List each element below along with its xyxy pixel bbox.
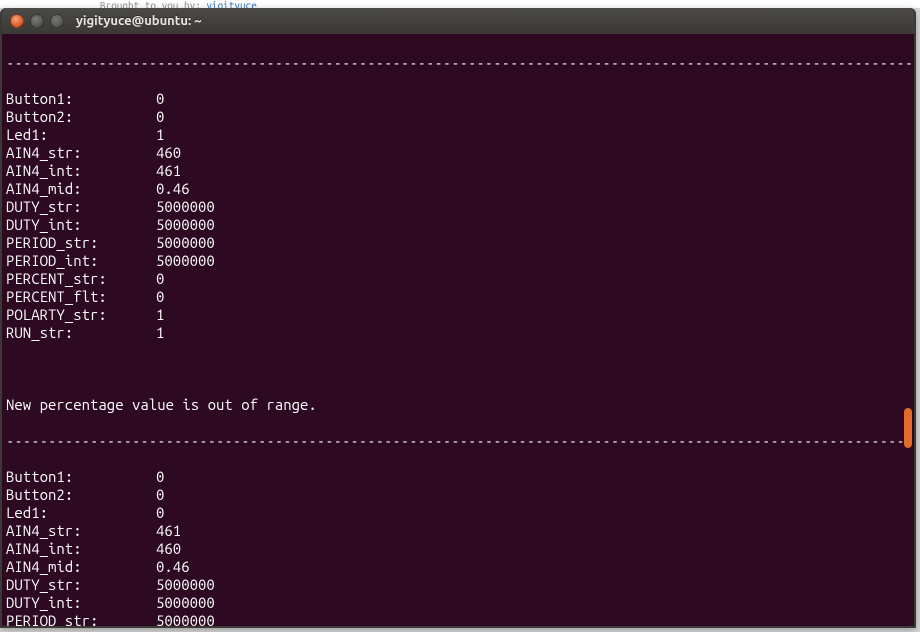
output-label: Button1: (6, 90, 156, 108)
output-value: 5000000 (156, 234, 215, 252)
output-value: 0 (156, 288, 164, 306)
output-label: DUTY_int: (6, 216, 156, 234)
output-row: Button2:0 (6, 486, 910, 504)
window-title: yigityuce@ubuntu: ~ (76, 14, 202, 28)
output-value: 0 (156, 90, 164, 108)
error-message: New percentage value is out of range. (6, 396, 910, 414)
output-row: DUTY_int:5000000 (6, 594, 910, 612)
output-value: 461 (156, 522, 181, 540)
output-row: AIN4_int:461 (6, 162, 910, 180)
output-value: 0 (156, 108, 164, 126)
output-row: RUN_str:1 (6, 324, 910, 342)
output-value: 1 (156, 306, 164, 324)
output-value: 460 (156, 540, 181, 558)
output-row: Button2:0 (6, 108, 910, 126)
output-row: AIN4_mid:0.46 (6, 180, 910, 198)
output-row: Button1:0 (6, 90, 910, 108)
output-row: DUTY_int:5000000 (6, 216, 910, 234)
output-value: 5000000 (156, 216, 215, 234)
output-label: AIN4_int: (6, 162, 156, 180)
output-label: Button2: (6, 486, 156, 504)
output-value: 1 (156, 324, 164, 342)
terminal-window: yigityuce@ubuntu: ~ --------------------… (0, 8, 916, 628)
output-row: AIN4_str:460 (6, 144, 910, 162)
output-row: Led1:1 (6, 126, 910, 144)
separator-line: ----------------------------------------… (6, 432, 910, 450)
output-value: 5000000 (156, 576, 215, 594)
output-row: POLARTY_str:1 (6, 306, 910, 324)
output-value: 460 (156, 144, 181, 162)
output-label: PERCENT_flt: (6, 288, 156, 306)
output-value: 0 (156, 270, 164, 288)
output-value: 461 (156, 162, 181, 180)
output-label: Led1: (6, 126, 156, 144)
output-row: Led1:0 (6, 504, 910, 522)
output-row: AIN4_mid:0.46 (6, 558, 910, 576)
output-row: PERIOD_str:5000000 (6, 612, 910, 626)
output-label: RUN_str: (6, 324, 156, 342)
output-label: DUTY_int: (6, 594, 156, 612)
output-row: DUTY_str:5000000 (6, 576, 910, 594)
output-row: AIN4_int:460 (6, 540, 910, 558)
output-row: PERIOD_int:5000000 (6, 252, 910, 270)
output-label: PERIOD_str: (6, 612, 156, 626)
output-value: 5000000 (156, 252, 215, 270)
scrollbar[interactable] (902, 36, 912, 626)
output-value: 0.46 (156, 558, 190, 576)
output-label: POLARTY_str: (6, 306, 156, 324)
minimize-icon[interactable] (30, 14, 44, 28)
background-page-header: Brought to you by: yigityuce (0, 0, 920, 8)
output-label: AIN4_int: (6, 540, 156, 558)
output-row: PERCENT_str:0 (6, 270, 910, 288)
output-label: Led1: (6, 504, 156, 522)
separator-line: ----------------------------------------… (6, 54, 910, 72)
output-label: PERIOD_str: (6, 234, 156, 252)
terminal-output[interactable]: ----------------------------------------… (2, 34, 914, 626)
output-value: 5000000 (156, 594, 215, 612)
output-row: AIN4_str:461 (6, 522, 910, 540)
output-row: PERCENT_flt:0 (6, 288, 910, 306)
close-icon[interactable] (10, 14, 24, 28)
output-label: PERCENT_str: (6, 270, 156, 288)
output-label: Button2: (6, 108, 156, 126)
output-row: Button1:0 (6, 468, 910, 486)
output-value: 1 (156, 126, 164, 144)
output-value: 0 (156, 468, 164, 486)
output-label: AIN4_str: (6, 522, 156, 540)
output-row: DUTY_str:5000000 (6, 198, 910, 216)
blank-line (6, 360, 910, 378)
maximize-icon[interactable] (50, 14, 64, 28)
output-label: DUTY_str: (6, 576, 156, 594)
output-label: AIN4_str: (6, 144, 156, 162)
output-label: Button1: (6, 468, 156, 486)
output-label: AIN4_mid: (6, 558, 156, 576)
output-value: 0 (156, 486, 164, 504)
output-value: 0 (156, 504, 164, 522)
output-label: PERIOD_int: (6, 252, 156, 270)
output-value: 5000000 (156, 198, 215, 216)
output-label: AIN4_mid: (6, 180, 156, 198)
output-value: 0.46 (156, 180, 190, 198)
scrollbar-thumb[interactable] (904, 408, 912, 448)
output-label: DUTY_str: (6, 198, 156, 216)
output-row: PERIOD_str:5000000 (6, 234, 910, 252)
output-value: 5000000 (156, 612, 215, 626)
window-titlebar[interactable]: yigityuce@ubuntu: ~ (2, 8, 914, 34)
